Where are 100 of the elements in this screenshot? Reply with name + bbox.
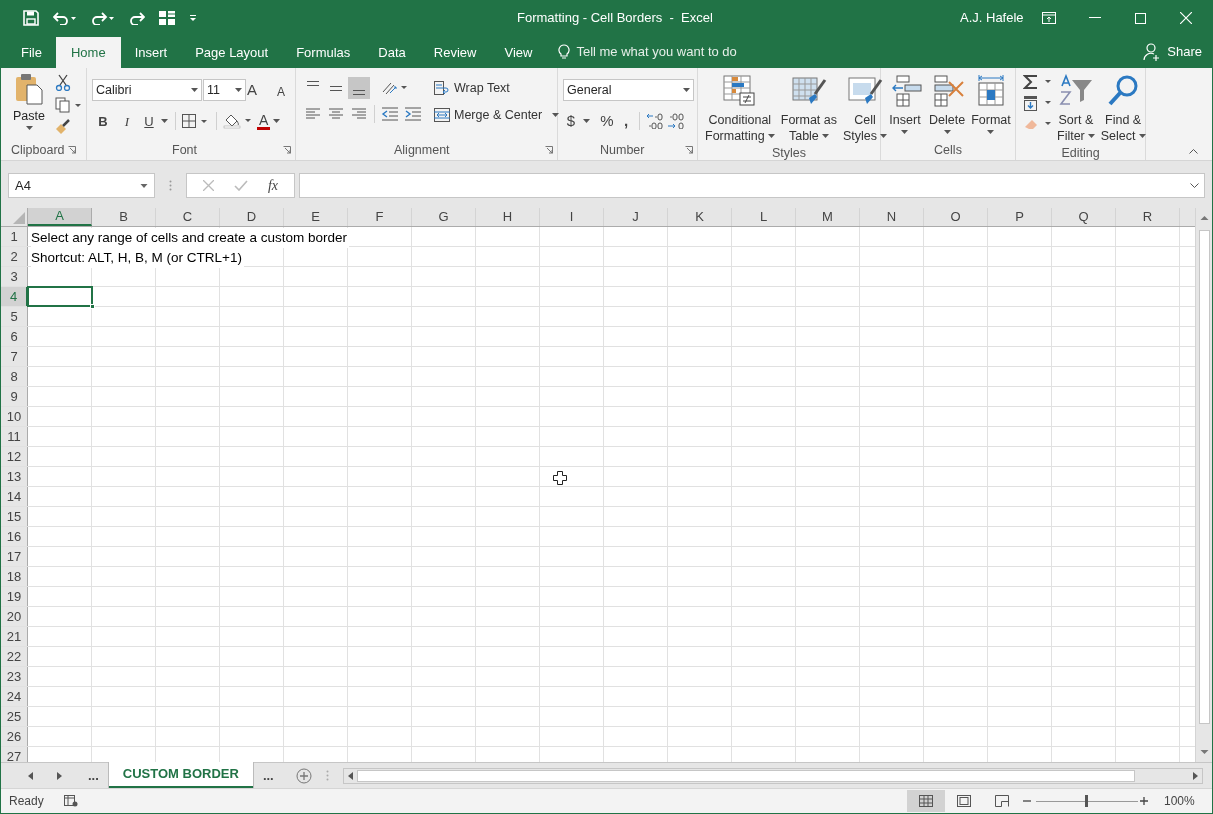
scrollbar-thumb[interactable]: [1198, 230, 1210, 724]
shrink-font-button[interactable]: A: [270, 79, 292, 101]
row-header[interactable]: 12: [1, 447, 28, 466]
column-header[interactable]: E: [284, 208, 348, 226]
ribbon-tab[interactable]: View: [490, 37, 547, 68]
increase-decimal-icon[interactable]: [646, 113, 664, 130]
column-header[interactable]: H: [476, 208, 540, 226]
layout-icon[interactable]: [159, 11, 175, 25]
column-header[interactable]: R: [1116, 208, 1180, 226]
percent-button[interactable]: %: [598, 110, 616, 133]
next-sheet-icon[interactable]: [56, 771, 62, 780]
align-bottom-button[interactable]: [348, 77, 370, 99]
redo-icon[interactable]: [91, 11, 115, 25]
check-icon[interactable]: [233, 180, 248, 191]
row-header[interactable]: 16: [1, 527, 28, 546]
wrap-text-button[interactable]: Wrap Text: [434, 79, 560, 98]
column-header[interactable]: G: [412, 208, 476, 226]
ribbon-tab[interactable]: Insert: [120, 37, 182, 68]
zoom-out-icon[interactable]: [1023, 797, 1031, 805]
borders-icon[interactable]: [182, 114, 210, 129]
increase-indent-icon[interactable]: [404, 107, 422, 121]
ribbon-tab[interactable]: Page Layout: [181, 37, 283, 68]
save-icon[interactable]: [23, 10, 39, 26]
ribbon-button[interactable]: Sort & Filter: [1055, 74, 1097, 144]
underline-button[interactable]: U: [140, 111, 158, 131]
column-header[interactable]: I: [540, 208, 604, 226]
italic-button[interactable]: I: [116, 111, 138, 131]
collapse-ribbon-icon[interactable]: [1189, 149, 1198, 154]
column-header[interactable]: J: [604, 208, 668, 226]
row-header[interactable]: 15: [1, 507, 28, 526]
ribbon-button[interactable]: Find & Select: [1098, 74, 1148, 144]
row-header[interactable]: 22: [1, 647, 28, 666]
ribbon-tab[interactable]: File: [7, 37, 56, 68]
font-color-button[interactable]: A: [257, 112, 271, 130]
ribbon-button[interactable]: Conditional Formatting: [703, 74, 777, 144]
share-button[interactable]: Share: [1167, 41, 1202, 62]
paste-button[interactable]: Paste: [9, 73, 49, 140]
row-header[interactable]: 8: [1, 367, 28, 386]
column-header[interactable]: C: [156, 208, 220, 226]
zoom-in-icon[interactable]: [1140, 797, 1148, 805]
horizontal-scrollbar[interactable]: [342, 767, 1203, 784]
dialog-launcher-icon[interactable]: [545, 146, 553, 154]
tell-me-field[interactable]: Tell me what you want to do: [576, 41, 737, 62]
copy-icon[interactable]: [55, 97, 83, 113]
ribbon-button[interactable]: Delete: [927, 74, 968, 140]
row-header[interactable]: 19: [1, 587, 28, 606]
sheet-tab[interactable]: ...: [252, 763, 284, 788]
sheet-tab[interactable]: CUSTOM BORDER: [108, 762, 253, 788]
column-header[interactable]: L: [732, 208, 796, 226]
font-name-field[interactable]: Calibri: [92, 79, 202, 102]
number-format-field[interactable]: General: [563, 79, 694, 101]
row-header[interactable]: 10: [1, 407, 28, 426]
autosum-icon[interactable]: [1023, 74, 1053, 90]
caret-icon[interactable]: [582, 119, 591, 124]
decrease-decimal-icon[interactable]: [667, 113, 685, 130]
dialog-launcher-icon[interactable]: [685, 146, 693, 154]
redo-icon[interactable]: [129, 11, 145, 25]
user-name[interactable]: A.J. Hafele: [960, 8, 1024, 28]
row-header[interactable]: 1: [1, 227, 28, 246]
row-header[interactable]: 14: [1, 487, 28, 506]
row-header[interactable]: 4: [1, 287, 28, 306]
merge-center-button[interactable]: Merge & Center: [434, 105, 560, 125]
sheet-tab[interactable]: ...: [78, 763, 109, 788]
row-header[interactable]: 17: [1, 547, 28, 566]
scroll-right-icon[interactable]: [1192, 771, 1198, 780]
comma-style-button[interactable]: ,: [619, 110, 633, 133]
ribbon-tab[interactable]: Review: [419, 37, 491, 68]
column-header[interactable]: M: [796, 208, 860, 226]
column-header[interactable]: F: [348, 208, 412, 226]
row-header[interactable]: 25: [1, 707, 28, 726]
ribbon-button[interactable]: Format: [969, 74, 1013, 140]
fill-color-icon[interactable]: [223, 113, 253, 130]
name-box[interactable]: A4: [8, 173, 155, 198]
row-header[interactable]: 11: [1, 427, 28, 446]
ribbon-display-icon[interactable]: [1042, 12, 1056, 24]
scissors-icon[interactable]: [55, 74, 71, 91]
zoom-level[interactable]: 100%: [1164, 792, 1195, 810]
grow-font-button[interactable]: A: [247, 79, 269, 102]
dialog-launcher-icon[interactable]: [283, 146, 291, 154]
undo-icon[interactable]: [53, 11, 77, 25]
scroll-left-icon[interactable]: [347, 771, 353, 780]
column-header[interactable]: N: [860, 208, 924, 226]
drag-handle-icon[interactable]: [169, 180, 172, 191]
scrollbar-thumb[interactable]: [356, 769, 1135, 782]
column-header[interactable]: P: [988, 208, 1052, 226]
customize-icon[interactable]: [189, 14, 197, 22]
row-header[interactable]: 21: [1, 627, 28, 646]
orientation-icon[interactable]: [381, 80, 409, 96]
dialog-launcher-icon[interactable]: [68, 146, 76, 154]
row-header[interactable]: 27: [1, 747, 28, 762]
column-header[interactable]: O: [924, 208, 988, 226]
ribbon-tab[interactable]: Home: [55, 37, 121, 68]
ribbon-tab[interactable]: Formulas: [282, 37, 365, 68]
font-size-field[interactable]: 11: [203, 79, 246, 102]
previous-sheet-icon[interactable]: [28, 771, 34, 780]
insert-function-button[interactable]: fx: [267, 175, 278, 196]
selected-cell[interactable]: [28, 287, 92, 306]
paintbrush-icon[interactable]: [55, 119, 71, 135]
currency-button[interactable]: $: [563, 110, 579, 133]
row-header[interactable]: 26: [1, 727, 28, 746]
